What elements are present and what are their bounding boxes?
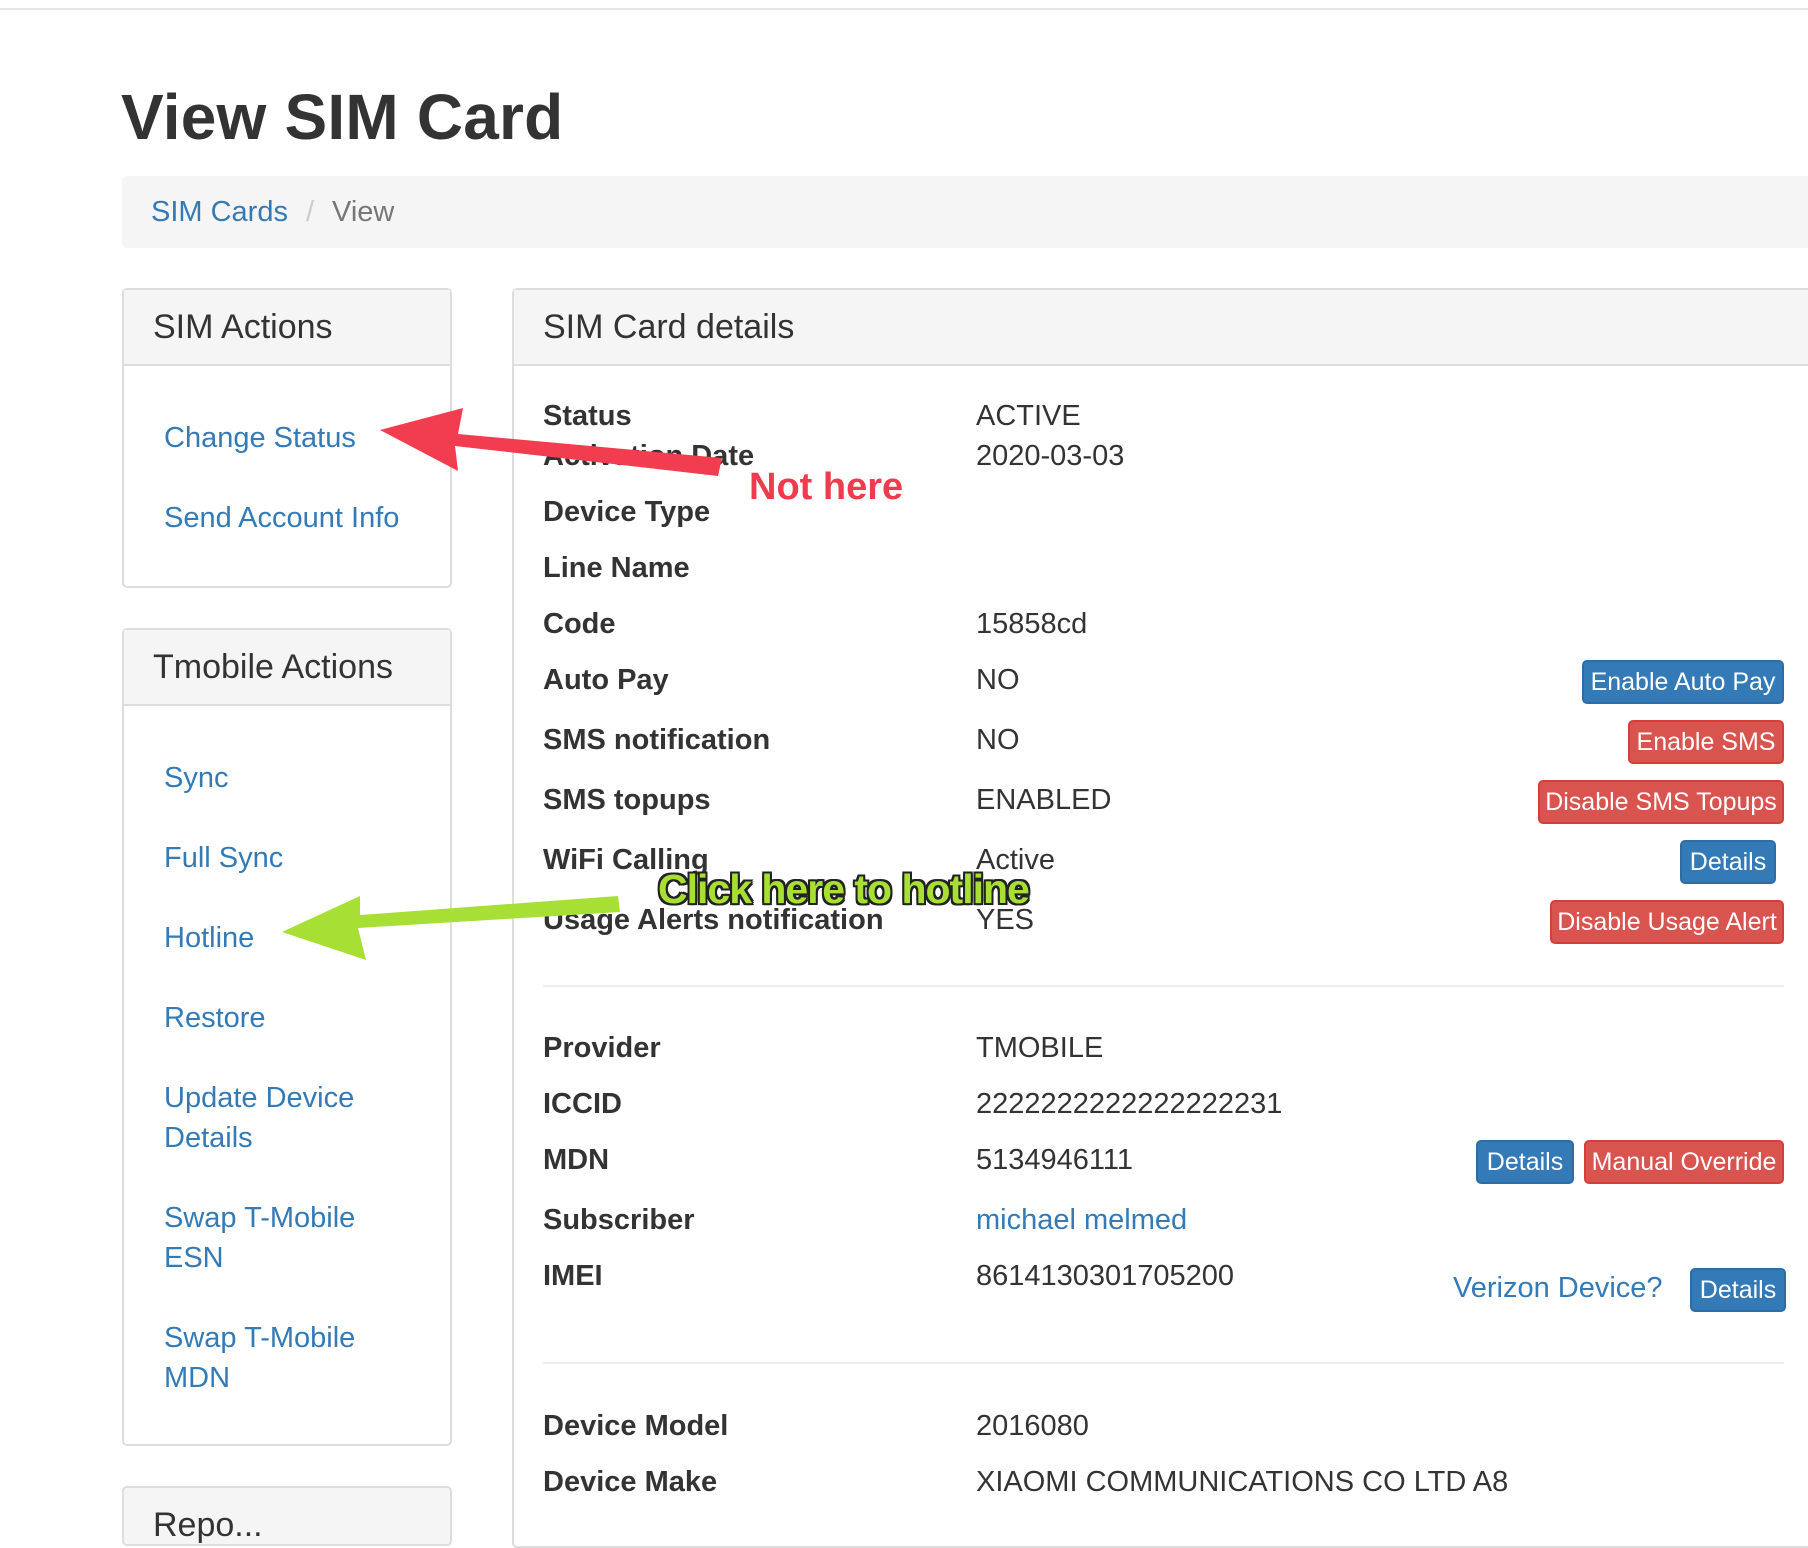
red-arrow <box>380 408 722 476</box>
annotation-arrows <box>282 408 722 960</box>
click-here-annotation: Click here to hotline <box>658 866 1030 912</box>
not-here-annotation: Not here <box>749 466 904 508</box>
green-arrow <box>282 896 620 960</box>
